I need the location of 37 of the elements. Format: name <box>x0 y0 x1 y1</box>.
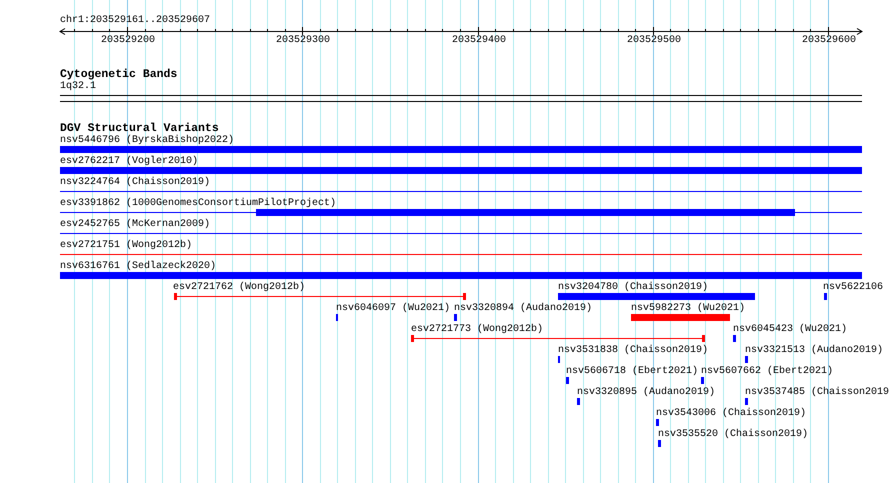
variant-label: nsv3531838 (Chaisson2019) <box>558 345 708 357</box>
tick-label: 203529300 <box>276 35 330 47</box>
variant-label: esv2452765 (McKernan2009) <box>60 219 210 231</box>
track-title: Cytogenetic Bands <box>60 69 178 81</box>
variant-label: nsv6046097 (Wu2021) <box>336 303 450 315</box>
variant-label: nsv6045423 (Wu2021) <box>733 324 848 336</box>
variant-label: nsv6316761 (Sedlazeck2020) <box>60 261 216 273</box>
variant-label: esv3391862 (1000GenomesConsortiumPilotProject) <box>60 198 336 210</box>
track-title: DGV Structural Variants <box>60 123 219 135</box>
variant-label: esv2721751 (Wong2012b) <box>60 240 192 252</box>
variant-bar[interactable] <box>174 293 466 300</box>
variant-label: nsv5982273 (Wu2021) <box>631 303 746 315</box>
variant-label: esv2721773 (Wong2012b) <box>411 324 544 336</box>
variant-label: esv2762217 (Vogler2010) <box>60 156 198 168</box>
tick-label: 203529400 <box>452 35 506 47</box>
variant-label: nsv5622106 <box>823 282 884 294</box>
variant-label: nsv3204780 (Chaisson2019) <box>558 282 708 294</box>
variant-label: nsv5606718 (Ebert2021) <box>566 366 698 378</box>
variant-label: esv2721762 (Wong2012b) <box>173 282 306 294</box>
variant-label: nsv3535520 (Chaisson2019) <box>658 429 808 441</box>
variant-label: nsv5607662 (Ebert2021) <box>701 366 834 378</box>
tick-label: 203529200 <box>101 35 155 47</box>
variant-label: nsv3321513 (Audano2019) <box>745 345 884 357</box>
location-label: chr1:203529161..203529607 <box>60 15 210 27</box>
band-label: 1q32.1 <box>60 81 96 93</box>
variant-label: nsv3320895 (Audano2019) <box>577 387 716 399</box>
variant-label: nsv3320894 (Audano2019) <box>454 303 592 315</box>
variant-label: nsv3543006 (Chaisson2019) <box>656 408 806 420</box>
variant-line[interactable] <box>60 191 862 192</box>
tick-label: 203529500 <box>627 35 681 47</box>
variant-label: nsv3224764 (Chaisson2019) <box>60 177 210 189</box>
variant-label: nsv5446796 (ByrskaBishop2022) <box>60 135 234 147</box>
variant-line[interactable] <box>60 254 862 255</box>
variant-label: nsv3537485 (Chaisson2019 <box>745 387 890 399</box>
tick-label: 203529600 <box>802 35 856 47</box>
variant-bar[interactable] <box>411 335 705 342</box>
variant-line[interactable] <box>60 233 862 234</box>
